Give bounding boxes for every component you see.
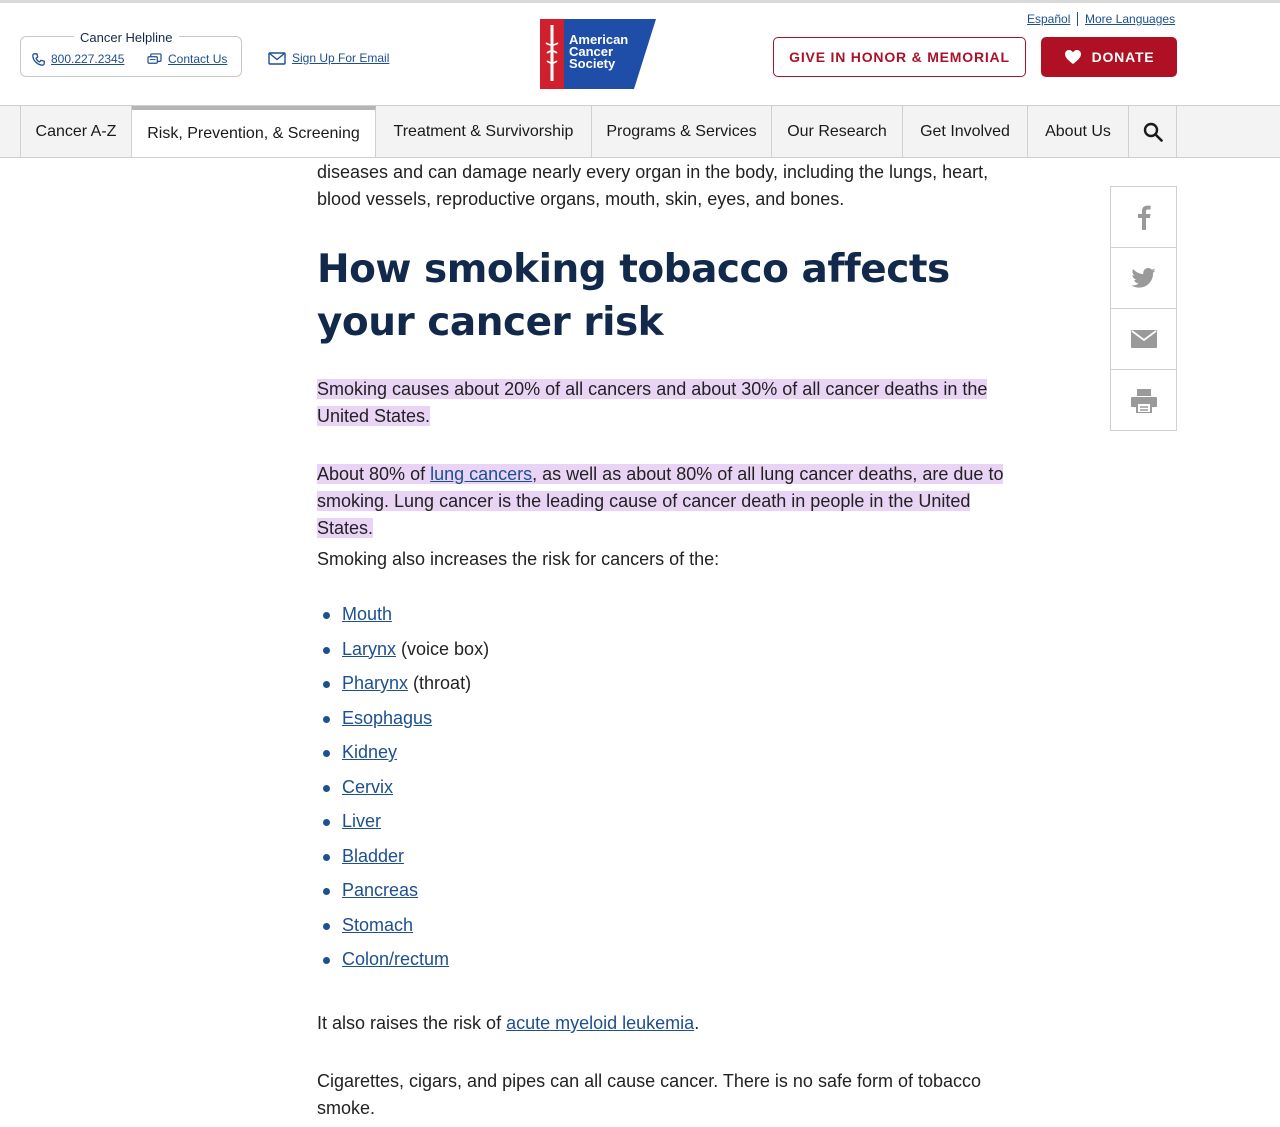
highlighted-paragraph-1: Smoking causes about 20% of all cancers … [317, 376, 1017, 430]
list-suffix: (throat) [408, 673, 472, 693]
lung-cancers-link[interactable]: lung cancers [430, 464, 532, 484]
email-icon [1130, 330, 1157, 348]
list-link-pancreas[interactable]: Pancreas [342, 877, 418, 904]
facebook-icon [1137, 205, 1151, 230]
list-link-stomach[interactable]: Stomach [342, 912, 413, 939]
helpline-phone-link[interactable]: 800.227.2345 [32, 52, 124, 66]
contact-us-label[interactable]: Contact Us [168, 52, 227, 66]
bullet [323, 888, 330, 895]
share-print-button[interactable] [1111, 370, 1176, 431]
list-item: Liver [323, 808, 489, 843]
nav-item-our-research[interactable]: Our Research [772, 106, 903, 157]
contact-us-link[interactable]: Contact Us [147, 52, 227, 66]
cancer-types-list: Mouth Larynx (voice box) Pharynx (throat… [323, 601, 489, 981]
share-rail [1110, 186, 1177, 431]
twitter-icon [1130, 267, 1156, 288]
share-facebook-button[interactable] [1111, 187, 1176, 248]
bullet [323, 715, 330, 723]
search-icon [1143, 122, 1163, 142]
share-twitter-button[interactable] [1111, 248, 1176, 309]
list-item: Pharynx (throat) [323, 670, 489, 705]
list-suffix: (voice box) [396, 638, 490, 659]
phone-number[interactable]: 800.227.2345 [51, 52, 124, 66]
logo-line: Society [569, 56, 616, 71]
list-link-liver[interactable]: Liver [342, 808, 381, 835]
list-link-cervix[interactable]: Cervix [342, 774, 393, 801]
list-item: Cervix [323, 774, 489, 809]
heart-icon [1064, 50, 1081, 64]
nav-item-risk-prevention-screening[interactable]: Risk, Prevention, & Screening [132, 106, 376, 157]
acute-myeloid-leukemia-link[interactable]: acute myeloid leukemia [506, 1013, 694, 1033]
list-item: Stomach [323, 912, 489, 947]
list-item: Esophagus [323, 705, 489, 740]
list-item: Bladder [323, 843, 489, 878]
donate-label[interactable]: DONATE [1092, 49, 1155, 65]
logo-wordmark: American Cancer Society [569, 33, 628, 71]
nav-item-about-us[interactable]: About Us [1028, 106, 1129, 157]
p4-text-post: . [694, 1013, 700, 1033]
highlight-span: About 80% of lung cancers, as well as ab… [317, 464, 1004, 538]
list-item: Larynx (voice box) [323, 636, 489, 671]
donate-button[interactable]: DONATE [1041, 37, 1177, 77]
bullet [323, 784, 330, 792]
nav-item-treatment-survivorship[interactable]: Treatment & Survivorship [376, 106, 592, 157]
list-item: Pancreas [323, 877, 489, 912]
signup-email-link[interactable]: Sign Up For Email [268, 51, 389, 65]
bullet [323, 646, 330, 654]
p4-text-pre: It also raises the risk of [317, 1013, 507, 1033]
list-item: Kidney [323, 739, 489, 774]
list-link-bladder[interactable]: Bladder [342, 843, 404, 870]
bullet [323, 750, 330, 757]
nav-item-cancer-a-z[interactable]: Cancer A-Z [20, 106, 132, 157]
bullet [323, 853, 330, 861]
signup-label[interactable]: Sign Up For Email [292, 51, 389, 65]
lang-espanol-link[interactable]: Español [1027, 12, 1070, 26]
section-heading: How smoking tobacco affects your cancer … [317, 247, 950, 345]
bullet [323, 819, 330, 826]
print-icon [1130, 388, 1157, 413]
list-link-mouth[interactable]: Mouth [342, 601, 392, 628]
nav-item-programs-services[interactable]: Programs & Services [592, 106, 772, 157]
list-link-pharynx[interactable]: Pharynx [342, 670, 408, 697]
highlighted-paragraph-2: About 80% of lung cancers, as well as ab… [317, 461, 1017, 542]
list-item: Mouth [323, 601, 489, 636]
helpline-title: Cancer Helpline [74, 30, 179, 45]
phone-icon [32, 52, 45, 66]
p2-text-pre: About 80% of [317, 464, 431, 484]
nav-item-get-involved[interactable]: Get Involved [903, 106, 1028, 157]
give-honor-memorial-button[interactable]: GIVE IN HONOR & MEMORIAL [773, 37, 1026, 77]
highlight-span: Smoking causes about 20% of all cancers … [317, 379, 988, 426]
risk-list-intro: Smoking also increases the risk for canc… [317, 549, 720, 569]
intro-paragraph: diseases and can damage nearly every org… [317, 162, 989, 209]
list-link-kidney[interactable]: Kidney [342, 739, 397, 766]
list-item: Colon/rectum [323, 946, 489, 981]
share-email-button[interactable] [1111, 309, 1176, 370]
bullet [323, 612, 330, 619]
list-link-colon-rectum[interactable]: Colon/rectum [342, 946, 449, 973]
chat-icon [147, 52, 162, 64]
list-link-esophagus[interactable]: Esophagus [342, 705, 432, 732]
envelope-icon [268, 51, 286, 65]
list-link-larynx[interactable]: Larynx [342, 636, 396, 663]
bullet [323, 957, 330, 964]
tobacco-smoke-paragraph: Cigarettes, cigars, and pipes can all ca… [317, 1071, 982, 1118]
aml-paragraph: It also raises the risk of acute myeloid… [317, 1010, 1017, 1037]
bullet [323, 681, 330, 688]
site-header: Cancer Helpline 800.227.2345 Contact Us … [0, 3, 1280, 105]
lang-more-link[interactable]: More Languages [1085, 12, 1175, 26]
nav-search-button[interactable] [1129, 106, 1177, 157]
main-nav: Cancer A-Z Risk, Prevention, & Screening… [0, 105, 1280, 158]
bullet [323, 922, 330, 930]
lang-separator [1077, 12, 1078, 26]
